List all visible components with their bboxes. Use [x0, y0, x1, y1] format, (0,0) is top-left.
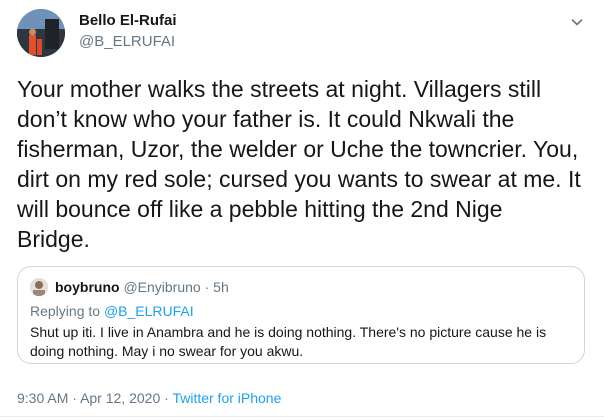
- replying-prefix: Replying to: [30, 303, 101, 319]
- replying-handle[interactable]: @B_ELRUFAI: [104, 303, 194, 319]
- tweet-meta: 9:30 AM · Apr 12, 2020 · Twitter for iPh…: [17, 390, 281, 407]
- quoted-handle: @Enyibruno: [123, 279, 201, 295]
- quoted-tweet[interactable]: boybruno @Enyibruno · 5h Replying to @B_…: [17, 266, 585, 364]
- divider: [0, 416, 604, 417]
- tweet: Bello El-Rufai @B_ELRUFAI Your mother wa…: [0, 0, 604, 420]
- author-avatar[interactable]: [17, 9, 65, 57]
- quoted-avatar: [30, 278, 48, 296]
- tweet-text: Your mother walks the streets at night. …: [17, 76, 581, 252]
- quoted-header: boybruno @Enyibruno · 5h: [55, 279, 229, 296]
- chevron-down-icon[interactable]: [565, 10, 589, 34]
- quoted-time: 5h: [213, 279, 229, 295]
- tweet-time[interactable]: 9:30 AM: [17, 390, 68, 406]
- quoted-separator: ·: [204, 279, 210, 295]
- quoted-name: boybruno: [55, 279, 120, 295]
- quoted-text: Shut up iti. I live in Anambra and he is…: [30, 324, 547, 359]
- tweet-source[interactable]: Twitter for iPhone: [172, 390, 281, 406]
- meta-separator: ·: [72, 390, 77, 406]
- replying-to: Replying to @B_ELRUFAI: [30, 303, 194, 320]
- author-name[interactable]: Bello El-Rufai: [79, 12, 177, 30]
- author-handle[interactable]: @B_ELRUFAI: [79, 33, 175, 51]
- meta-separator-2: ·: [164, 390, 169, 406]
- tweet-date[interactable]: Apr 12, 2020: [80, 390, 160, 406]
